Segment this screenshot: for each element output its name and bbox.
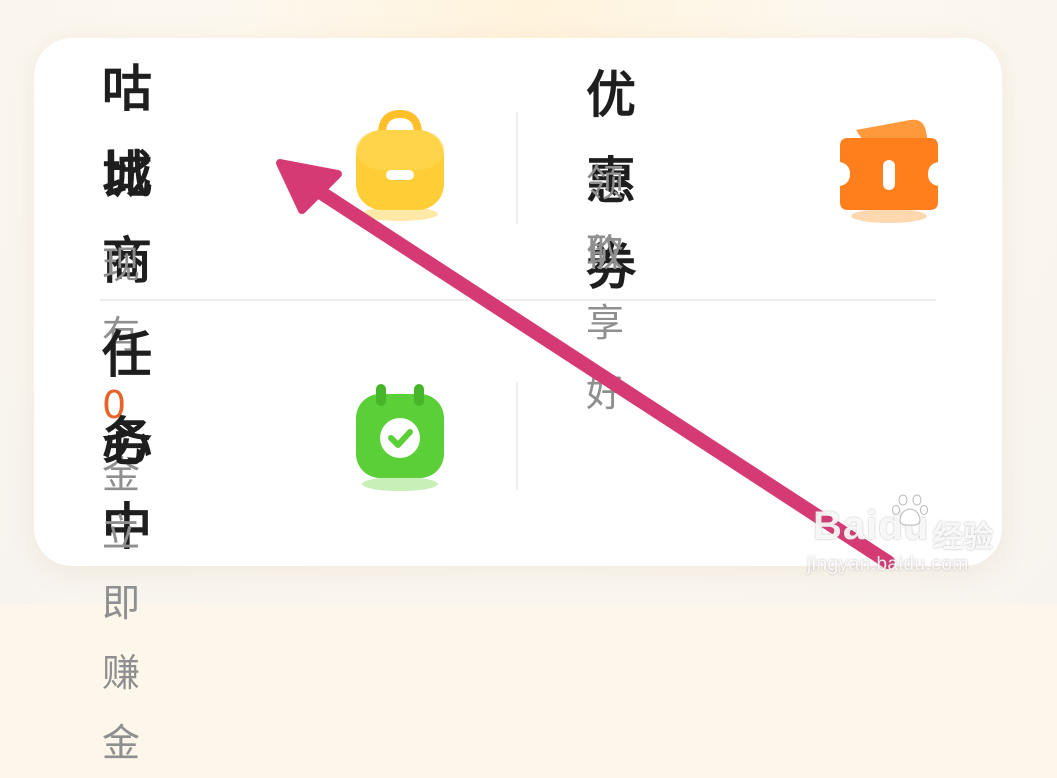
watermark-cn: 经验 <box>933 520 993 555</box>
baidu-watermark: Baidu 经验 jingyan.baidu.com <box>805 490 1005 585</box>
watermark-url: jingyan.baidu.com <box>807 554 969 575</box>
paw-icon <box>892 494 928 526</box>
